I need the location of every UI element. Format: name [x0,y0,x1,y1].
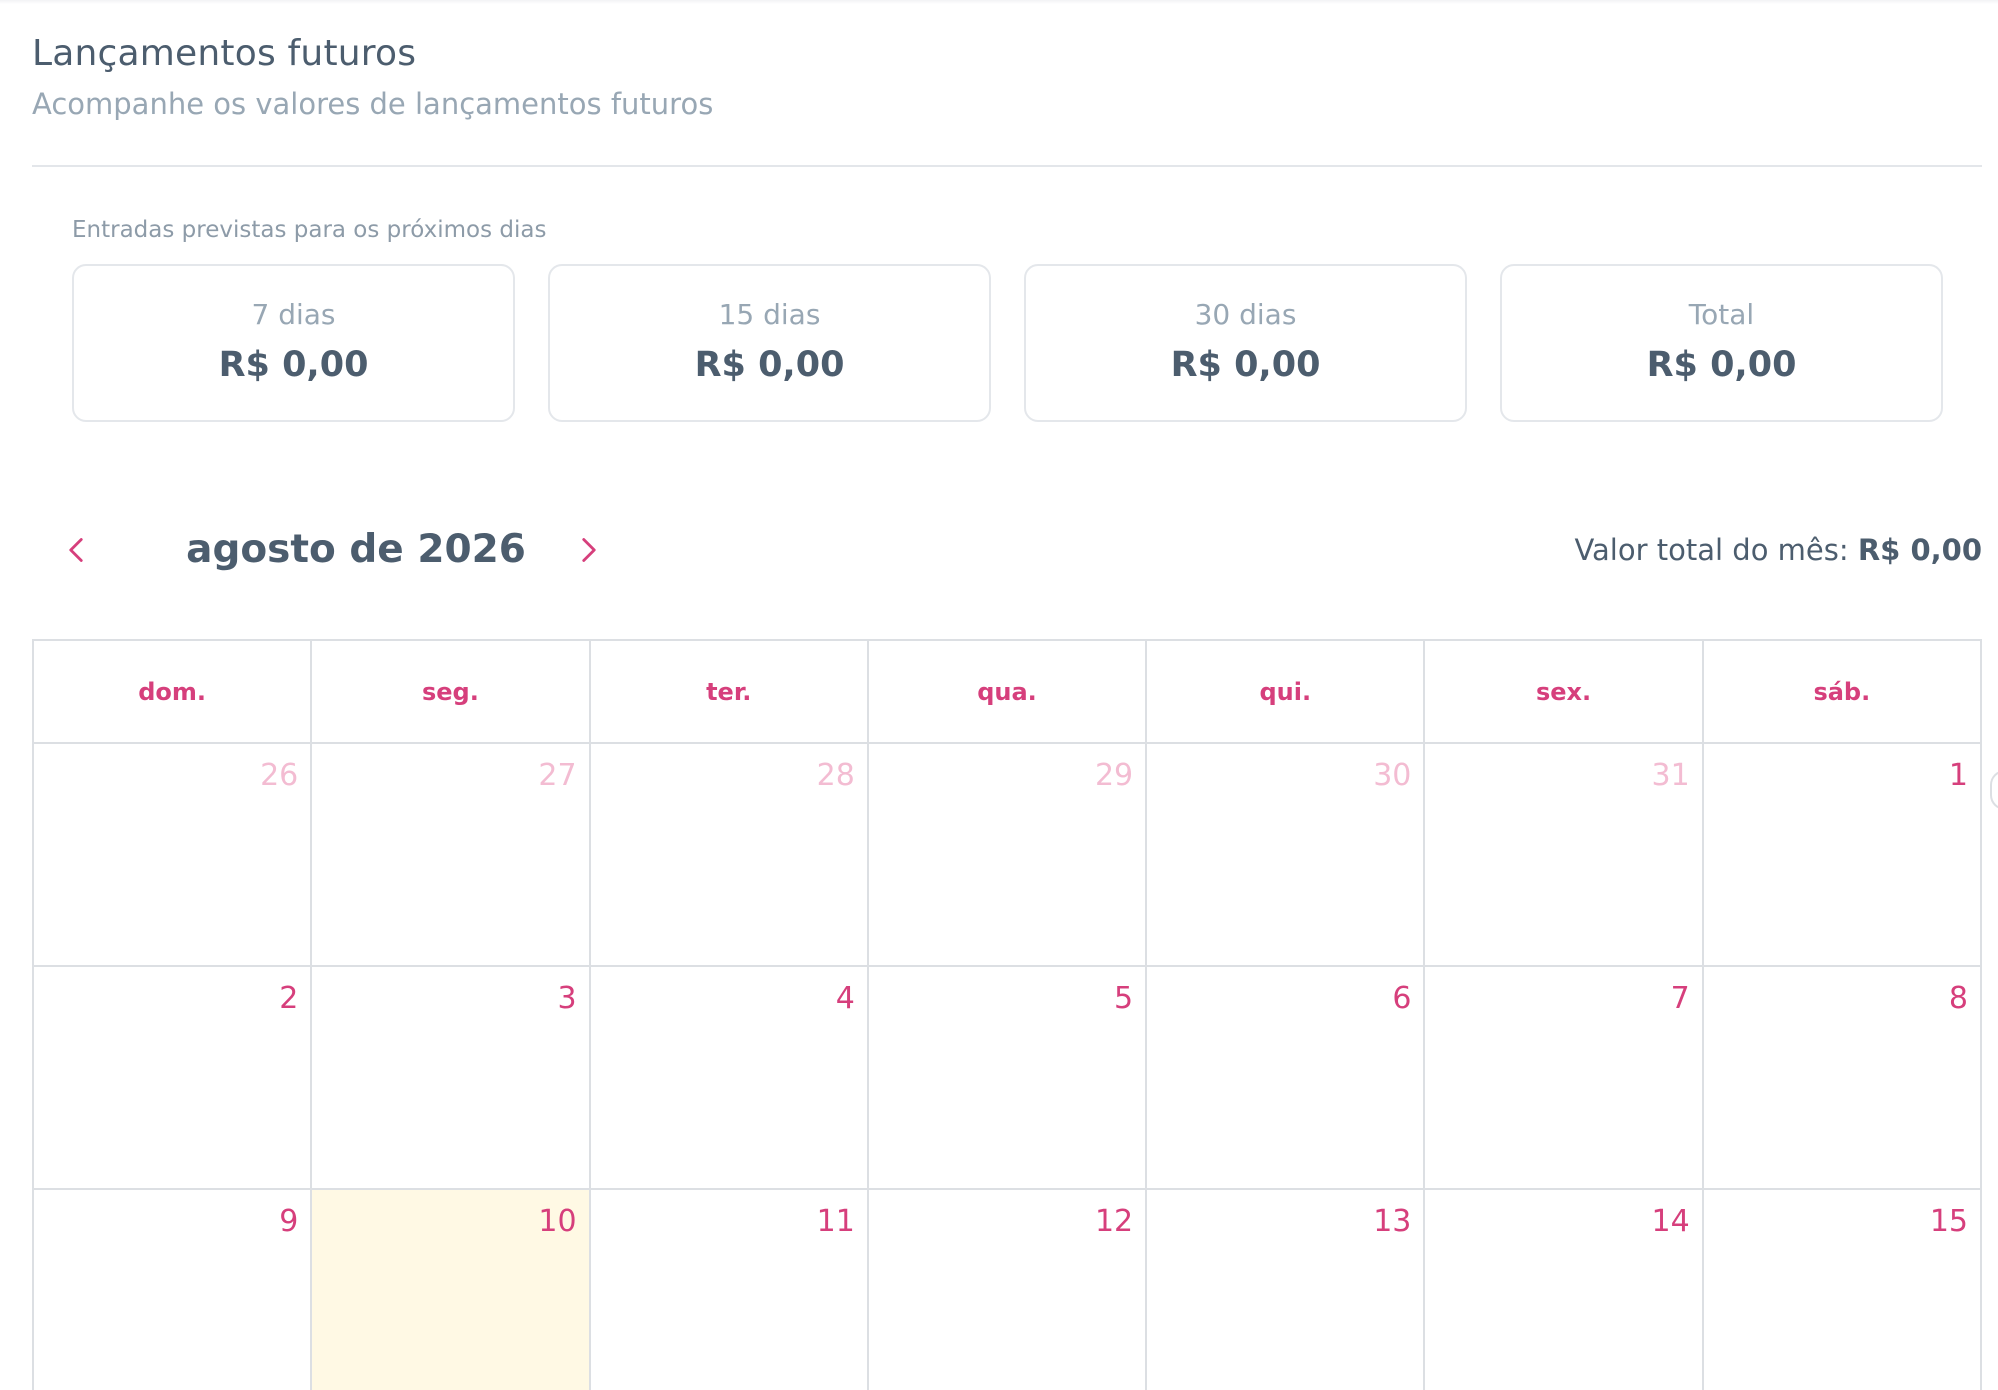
forecast-card-value: R$ 0,00 [1646,345,1797,385]
forecast-cards: 7 dias R$ 0,00 15 dias R$ 0,00 30 dias R… [72,264,1943,422]
weekday-header: sex. [1423,639,1704,744]
forecast-card-total: Total R$ 0,00 [1500,264,1943,422]
forecast-card-value: R$ 0,00 [218,345,369,385]
calendar-day-cell[interactable]: 1 [1701,742,1983,967]
calendar-day-cell[interactable]: 3 [310,965,591,1190]
forecast-card-label: Total [1688,298,1755,331]
chevron-left-icon [69,538,83,562]
month-calendar: dom. seg. ter. qua. qui. sex. sáb. 26 27… [31,639,1983,1390]
weekday-header: sáb. [1701,639,1983,744]
weekday-header: dom. [31,639,313,744]
calendar-day-cell[interactable]: 4 [588,965,869,1190]
page-subtitle: Acompanhe os valores de lançamentos futu… [32,87,714,121]
forecast-card-15-days: 15 dias R$ 0,00 [548,264,991,422]
calendar-week-row: 26 27 28 29 30 31 1 [31,742,1983,967]
calendar-day-cell[interactable]: 9 [31,1188,313,1390]
calendar-week-row: 2 3 4 5 6 7 8 [31,965,1983,1190]
forecast-section-label: Entradas previstas para os próximos dias [72,217,547,243]
calendar-day-cell[interactable]: 27 [310,742,591,967]
weekday-header: qui. [1145,639,1426,744]
calendar-day-cell[interactable]: 31 [1423,742,1704,967]
weekday-header-row: dom. seg. ter. qua. qui. sex. sáb. [31,639,1983,744]
calendar-day-cell[interactable]: 5 [866,965,1148,1190]
calendar-day-cell-today[interactable]: 10 [310,1188,591,1390]
calendar-day-cell[interactable]: 15 [1701,1188,1983,1390]
chevron-right-icon [582,538,596,562]
month-navigator: agosto de 2026 [56,520,616,580]
calendar-day-cell[interactable]: 7 [1423,965,1704,1190]
forecast-card-label: 30 dias [1194,298,1297,331]
calendar-day-cell[interactable]: 11 [588,1188,869,1390]
calendar-day-cell[interactable]: 28 [588,742,869,967]
calendar-day-cell[interactable]: 6 [1145,965,1426,1190]
previous-month-button[interactable] [56,520,96,580]
page-title: Lançamentos futuros [32,33,417,74]
month-total: Valor total do mês: R$ 0,00 [1574,520,1982,580]
calendar-day-cell[interactable]: 2 [31,965,313,1190]
page-header: Lançamentos futuros Acompanhe os valores… [32,30,713,124]
side-panel-handle[interactable] [1990,770,1998,810]
calendar-day-cell[interactable]: 8 [1701,965,1983,1190]
month-total-label: Valor total do mês: [1574,533,1849,567]
calendar-day-cell[interactable]: 12 [866,1188,1148,1390]
calendar-week-row: 9 10 11 12 13 14 15 [31,1188,1983,1390]
next-month-button[interactable] [569,520,609,580]
forecast-card-label: 15 dias [718,298,821,331]
calendar-day-cell[interactable]: 13 [1145,1188,1426,1390]
month-total-value: R$ 0,00 [1857,533,1982,567]
weekday-header: seg. [310,639,591,744]
calendar-day-cell[interactable]: 30 [1145,742,1426,967]
calendar-day-cell[interactable]: 26 [31,742,313,967]
top-strip [0,0,1998,4]
future-entries-page: Lançamentos futuros Acompanhe os valores… [0,0,1998,1390]
weekday-header: qua. [866,639,1148,744]
month-title: agosto de 2026 [186,527,526,572]
calendar-day-cell[interactable]: 29 [866,742,1148,967]
forecast-card-value: R$ 0,00 [1170,345,1321,385]
calendar-day-cell[interactable]: 14 [1423,1188,1704,1390]
forecast-card-30-days: 30 dias R$ 0,00 [1024,264,1467,422]
forecast-card-label: 7 dias [251,298,336,331]
forecast-card-value: R$ 0,00 [694,345,845,385]
forecast-card-7-days: 7 dias R$ 0,00 [72,264,515,422]
header-divider [32,165,1982,167]
weekday-header: ter. [588,639,869,744]
